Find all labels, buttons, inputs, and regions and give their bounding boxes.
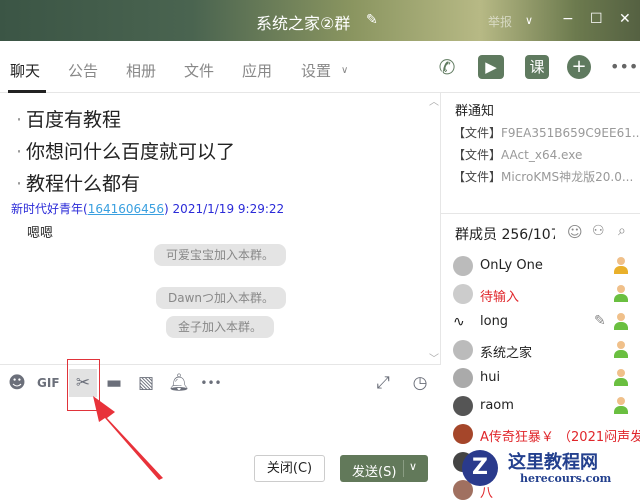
notice-item[interactable]: 【文件】MicroKMS神龙版20.0...	[453, 168, 633, 185]
scroll-down-icon[interactable]: ﹀	[429, 350, 439, 365]
notice-item[interactable]: 【文件】F9EA351B659C9EE61...	[453, 124, 640, 141]
member-row[interactable]: raom	[453, 395, 638, 419]
history-clock-icon[interactable]: ◷	[409, 372, 431, 394]
expand-icon[interactable]: ⤢	[372, 372, 394, 394]
system-notice: 可爱宝宝加入本群。	[154, 244, 287, 266]
gif-icon[interactable]: GIF	[37, 372, 60, 394]
close-button[interactable]: 关闭(C)	[254, 455, 325, 482]
divider	[441, 213, 640, 214]
system-notice: 金子加入本群。	[166, 316, 275, 338]
add-icon[interactable]: +	[567, 55, 591, 79]
member-role-icon	[613, 397, 629, 415]
member-name: A传奇狂暴￥ （2021闷声发	[480, 430, 640, 445]
member-avatar	[453, 284, 473, 304]
member-row[interactable]: 待输入	[453, 283, 638, 307]
system-notice: Dawnつ加入本群。	[156, 287, 287, 309]
member-role-icon	[613, 285, 629, 303]
member-avatar	[453, 256, 473, 276]
annotation-arrow	[93, 396, 163, 480]
tab-album[interactable]: 相册	[126, 60, 156, 81]
member-role-icon	[613, 257, 629, 275]
notice-text: AAct_x64.exe	[501, 148, 583, 162]
watermark-title: 这里教程网	[508, 452, 598, 473]
close-window-button[interactable]: ✕	[619, 11, 631, 27]
member-row[interactable]: hui	[453, 367, 638, 391]
more-tools-icon[interactable]: •••	[200, 372, 222, 394]
tab-bar: 聊天 公告 相册 文件 应用 设置 ∨ ✆ ▶ 课 + •••	[0, 41, 640, 93]
chevron-down-icon[interactable]: ∨	[525, 14, 533, 27]
member-row[interactable]: OnLy One	[453, 255, 638, 279]
message-line: 你想问什么百度就可以了	[16, 137, 235, 164]
search-icon[interactable]: ⌕	[618, 223, 626, 239]
edit-icon[interactable]: ✎	[594, 313, 606, 329]
message-sender: 新时代好青年(1641606456) 2021/1/19 9:29:22	[11, 200, 284, 217]
member-name: 系统之家	[480, 346, 533, 361]
notice-tag: 【文件】	[453, 148, 502, 162]
chevron-down-icon[interactable]: ∨	[341, 65, 348, 76]
bell-icon[interactable]: 🔔︎	[168, 372, 190, 394]
title-bar: 系统之家②群 ✎ 举报 ∨ − ☐ ✕	[0, 0, 640, 41]
send-label: 发送(S)	[352, 465, 397, 480]
member-name: long	[480, 314, 509, 329]
emoji-icon[interactable]: ☻	[6, 372, 28, 394]
notice-tag: 【文件】	[453, 126, 502, 140]
member-avatar	[453, 340, 473, 360]
video-call-icon[interactable]: ▶	[478, 55, 504, 79]
notice-text: F9EA351B659C9EE61...	[501, 126, 640, 140]
member-role-icon	[613, 313, 629, 331]
member-row[interactable]: A传奇狂暴￥ （2021闷声发	[453, 423, 640, 447]
minimize-button[interactable]: −	[562, 11, 574, 27]
sender-time: ) 2021/1/19 9:29:22	[164, 202, 285, 216]
member-name: OnLy One	[480, 258, 543, 273]
sender-id-link[interactable]: 1641606456	[88, 202, 164, 216]
group-side-panel: 群通知 【文件】F9EA351B659C9EE61... 【文件】AAct_x6…	[441, 93, 640, 501]
member-name: raom	[480, 398, 514, 413]
message-line: 百度有教程	[16, 105, 121, 132]
members-title: 群成员 256/107	[455, 227, 555, 243]
send-options-chevron-icon[interactable]: ∨	[409, 460, 417, 473]
notice-item[interactable]: 【文件】AAct_x64.exe	[453, 146, 582, 163]
notice-tag: 【文件】	[453, 170, 502, 184]
scroll-up-icon[interactable]: ︿	[429, 93, 439, 108]
watermark-url: herecours.com	[520, 472, 612, 485]
edit-title-icon[interactable]: ✎	[366, 12, 378, 28]
maximize-button[interactable]: ☐	[590, 11, 603, 27]
member-avatar	[453, 424, 473, 444]
member-avatar	[453, 368, 473, 388]
message-line: 教程什么都有	[16, 169, 140, 196]
member-name: 待输入	[480, 290, 520, 305]
message-text: 嗯嗯	[27, 226, 54, 241]
member-role-icon	[613, 341, 629, 359]
tab-files[interactable]: 文件	[184, 60, 214, 81]
sender-name: 新时代好青年(	[11, 202, 88, 216]
phone-call-icon[interactable]: ✆	[435, 55, 459, 79]
send-button[interactable]: 发送(S) ∨	[340, 455, 428, 482]
tab-chat[interactable]: 聊天	[10, 60, 40, 81]
add-member-icon[interactable]: ⚇	[592, 223, 605, 239]
tab-settings[interactable]: 设置	[301, 60, 331, 81]
member-row[interactable]: ∿ long	[453, 311, 638, 335]
member-role-icon	[613, 369, 629, 387]
member-name: hui	[480, 370, 501, 385]
member-avatar	[453, 396, 473, 416]
tab-apps[interactable]: 应用	[242, 60, 272, 81]
more-icon[interactable]: •••	[610, 57, 638, 76]
tab-announcement[interactable]: 公告	[68, 60, 98, 81]
divider	[403, 460, 404, 477]
watermark-logo: Z 这里教程网 herecours.com	[462, 446, 640, 491]
notice-title: 群通知	[455, 104, 495, 119]
member-row[interactable]: 系统之家	[453, 339, 638, 363]
member-avatar: ∿	[453, 312, 473, 332]
group-title: 系统之家②群	[256, 14, 351, 33]
chat-history: ︿ 百度有教程 你想问什么百度就可以了 教程什么都有 新时代好青年(164160…	[0, 93, 441, 365]
class-icon[interactable]: 课	[525, 55, 549, 79]
notice-text: MicroKMS神龙版20.0...	[501, 170, 634, 184]
report-button[interactable]: 举报	[488, 13, 512, 30]
anonymous-icon[interactable]: ☺	[567, 223, 583, 241]
